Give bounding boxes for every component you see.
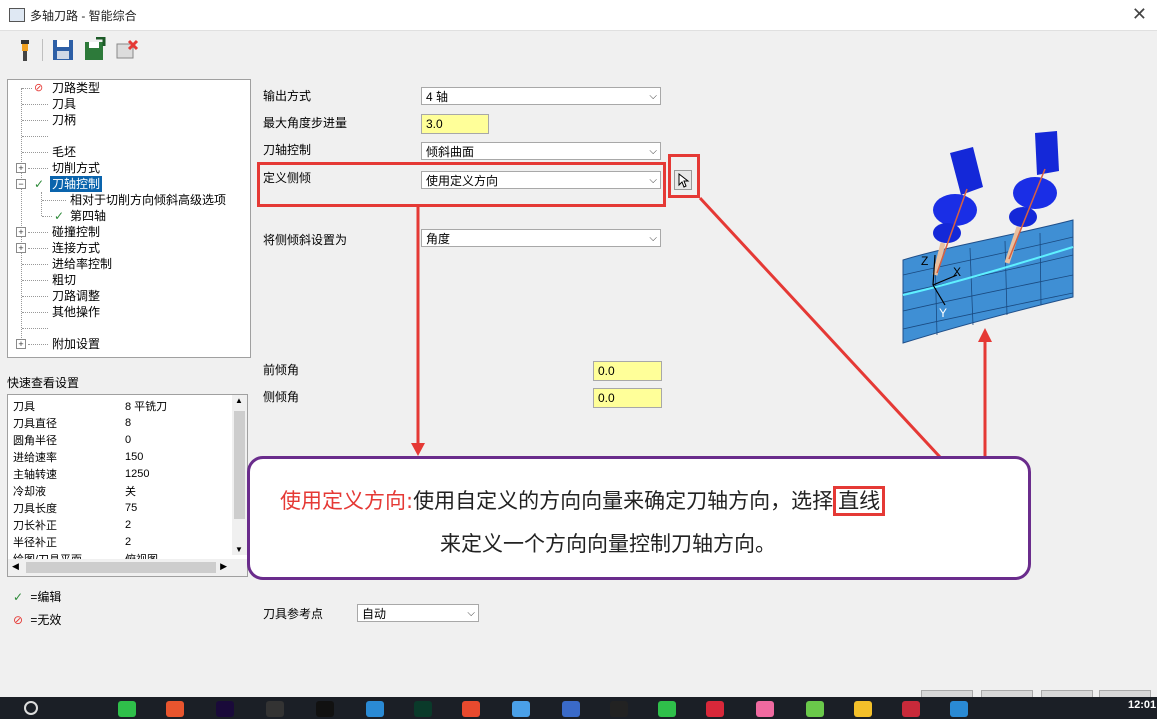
axis-y-label: Y <box>939 306 947 320</box>
audition-icon[interactable] <box>414 701 432 717</box>
callout-line-1: 使用定义方向:使用自定义的方向向量来确定刀轴方向，选择 直线 <box>280 485 886 516</box>
callout-line-2: 来定义一个方向向量控制刀轴方向。 <box>440 532 776 556</box>
callout-term: 使用定义方向: <box>280 489 414 513</box>
app-icon[interactable] <box>854 701 872 717</box>
premiere-icon[interactable] <box>216 701 234 717</box>
app-icon[interactable] <box>806 701 824 717</box>
search-icon[interactable] <box>24 701 38 715</box>
explanation-callout: 使用定义方向:使用自定义的方向向量来确定刀轴方向，选择 直线 来定义一个方向向量控… <box>247 456 1031 580</box>
app-icon[interactable] <box>950 701 968 717</box>
annotation-arrows <box>411 196 992 478</box>
app-icon[interactable] <box>166 701 184 717</box>
callout-text-1: 使用自定义的方向向量来确定刀轴方向，选择 <box>413 489 834 513</box>
multiaxis-illustration: Z X Y <box>902 131 1074 344</box>
app-icon[interactable] <box>316 701 334 717</box>
app-icon[interactable] <box>266 701 284 717</box>
wechat-icon[interactable] <box>658 701 676 717</box>
music-icon[interactable] <box>706 701 724 717</box>
app-icon[interactable] <box>902 701 920 717</box>
app-icon[interactable] <box>118 701 136 717</box>
qq-icon[interactable] <box>610 701 628 717</box>
app-icon[interactable] <box>462 701 480 717</box>
axis-z-label: Z <box>921 254 928 268</box>
tilted-surface <box>902 219 1074 344</box>
app-icon[interactable] <box>366 701 384 717</box>
app-icon[interactable] <box>562 701 580 717</box>
app-icon[interactable] <box>512 701 530 717</box>
app-icon[interactable] <box>756 701 774 717</box>
taskbar: 12:01 <box>0 697 1157 719</box>
axis-x-label: X <box>953 265 961 279</box>
callout-highlight: 直线 <box>833 486 886 516</box>
clock: 12:01 <box>1128 699 1157 711</box>
